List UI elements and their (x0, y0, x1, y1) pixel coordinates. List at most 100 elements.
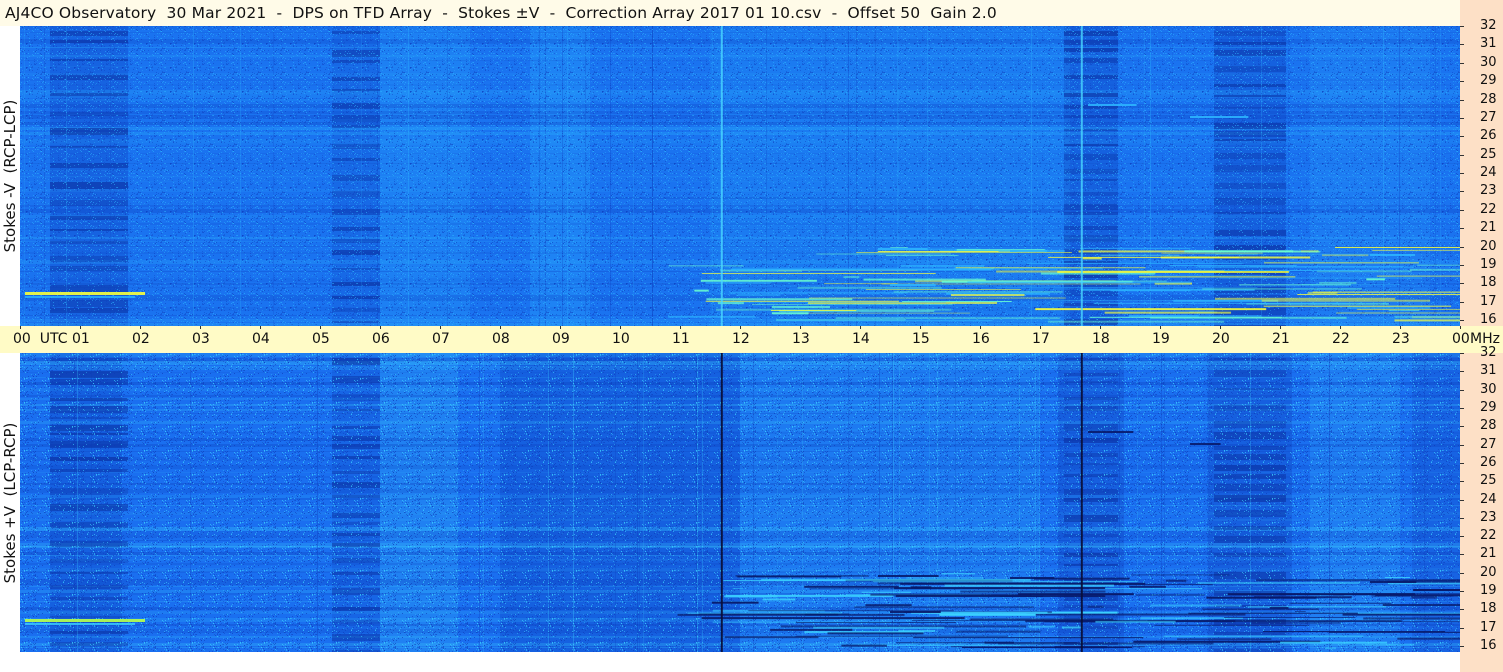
isolated-feature (1190, 443, 1221, 445)
interference-streak (668, 265, 744, 267)
time-tick-mark (200, 326, 201, 329)
time-tick-label: 00 UTC (13, 331, 68, 347)
time-tick-label: 19 (1152, 331, 1170, 347)
interference-streak (804, 613, 839, 616)
frequency-tick-label: 25 (1480, 473, 1497, 489)
interference-streak (1394, 319, 1460, 322)
frequency-tick-mark (1460, 264, 1464, 266)
interference-streak (1080, 247, 1191, 249)
frequency-tick-label: 24 (1480, 491, 1497, 507)
interference-streak (827, 632, 924, 635)
interference-streak (724, 636, 819, 639)
interference-streak (717, 301, 946, 303)
interference-streak (797, 286, 942, 289)
interference-streak (1130, 574, 1230, 576)
isolated-feature (1088, 104, 1137, 106)
time-tick-mark (560, 326, 561, 329)
isolated-feature (1010, 577, 1055, 579)
frequency-tick-label: 31 (1480, 36, 1497, 52)
time-tick-mark (140, 326, 141, 329)
frequency-tick-label: 17 (1480, 293, 1497, 309)
time-tick-mark (1160, 326, 1161, 329)
interference-streak (1324, 647, 1336, 650)
isolated-feature (1190, 116, 1249, 118)
interference-streak (856, 252, 1072, 254)
frequency-tick-mark (1460, 627, 1464, 629)
interference-streak (1026, 262, 1244, 264)
interference-streak (898, 630, 936, 633)
interference-streak (1239, 284, 1351, 286)
interference-streak (1129, 585, 1166, 588)
interference-streak (1161, 252, 1263, 254)
interference-streak (944, 584, 1115, 587)
interference-streak (1138, 276, 1296, 278)
interference-streak (1095, 620, 1176, 623)
time-tick-label: 08 (492, 331, 510, 347)
frequency-tick-label: 18 (1480, 275, 1497, 291)
frequency-tick-label: 30 (1480, 54, 1497, 70)
bottom-spectrogram-panel (20, 353, 1460, 652)
interference-streak (1154, 624, 1310, 626)
time-tick-label: 05 (312, 331, 330, 347)
isolated-feature (890, 284, 936, 286)
interference-streak (735, 575, 869, 577)
isolated-feature (1370, 254, 1416, 256)
time-tick-label: 18 (1092, 331, 1110, 347)
interference-streak (1417, 264, 1460, 266)
isolated-feature (890, 611, 941, 613)
interference-streak (854, 606, 1034, 608)
interference-streak (1384, 577, 1411, 579)
interference-streak (1048, 320, 1225, 323)
time-tick-mark (860, 326, 861, 329)
interference-streak (1336, 312, 1460, 314)
frequency-tick-mark (1460, 353, 1464, 354)
frequency-tick-label: 31 (1480, 363, 1497, 379)
top-spectrogram-panel (20, 26, 1460, 326)
time-tick-label: 11 (672, 331, 690, 347)
interference-streak (701, 273, 936, 275)
time-tick-mark (1400, 326, 1401, 329)
interference-streak (687, 612, 842, 614)
time-tick-mark (80, 326, 81, 329)
frequency-tick-label: 28 (1480, 418, 1497, 434)
interference-streak (1061, 626, 1083, 629)
interference-streak (1371, 595, 1454, 597)
time-tick-mark (1460, 326, 1461, 329)
interference-streak (900, 582, 1146, 585)
interference-streak (1290, 602, 1392, 604)
interference-streak (1177, 638, 1272, 640)
interference-streak (1202, 288, 1362, 290)
early-hot-streak (25, 619, 145, 622)
interference-streak (955, 267, 1146, 269)
interference-streak (885, 255, 959, 257)
interference-streak (706, 298, 853, 301)
interference-streak (677, 613, 905, 616)
interference-streak (893, 291, 1063, 293)
interference-streak (861, 591, 912, 593)
frequency-tick-mark (1460, 407, 1464, 409)
interference-streak (1149, 274, 1266, 276)
interference-streak (1247, 606, 1387, 608)
interference-streak (1165, 579, 1187, 582)
time-tick-mark (980, 326, 981, 329)
interference-streak (971, 280, 1167, 282)
frequency-tick-label: 20 (1480, 238, 1497, 254)
bottom-y-axis-label: Stokes +V (LCP-RCP) (0, 353, 20, 653)
interference-streak (863, 278, 986, 281)
interference-streak (1263, 631, 1446, 633)
time-tick-mark (800, 326, 801, 329)
interference-streak (1410, 268, 1460, 271)
time-tick-mark (1340, 326, 1341, 329)
frequency-tick-label: 26 (1480, 128, 1497, 144)
frequency-tick-mark (1460, 389, 1464, 391)
interference-streak (999, 595, 1043, 597)
vertical-event-line (720, 353, 723, 652)
interference-streak (1280, 641, 1388, 644)
interference-streak (808, 297, 1066, 299)
frequency-tick-mark (1460, 371, 1464, 373)
interference-streak (900, 264, 985, 267)
frequency-tick-mark (1460, 26, 1464, 27)
frequency-tick-mark (1460, 517, 1464, 519)
time-tick-mark (500, 326, 501, 329)
frequency-tick-label: 27 (1480, 109, 1497, 125)
